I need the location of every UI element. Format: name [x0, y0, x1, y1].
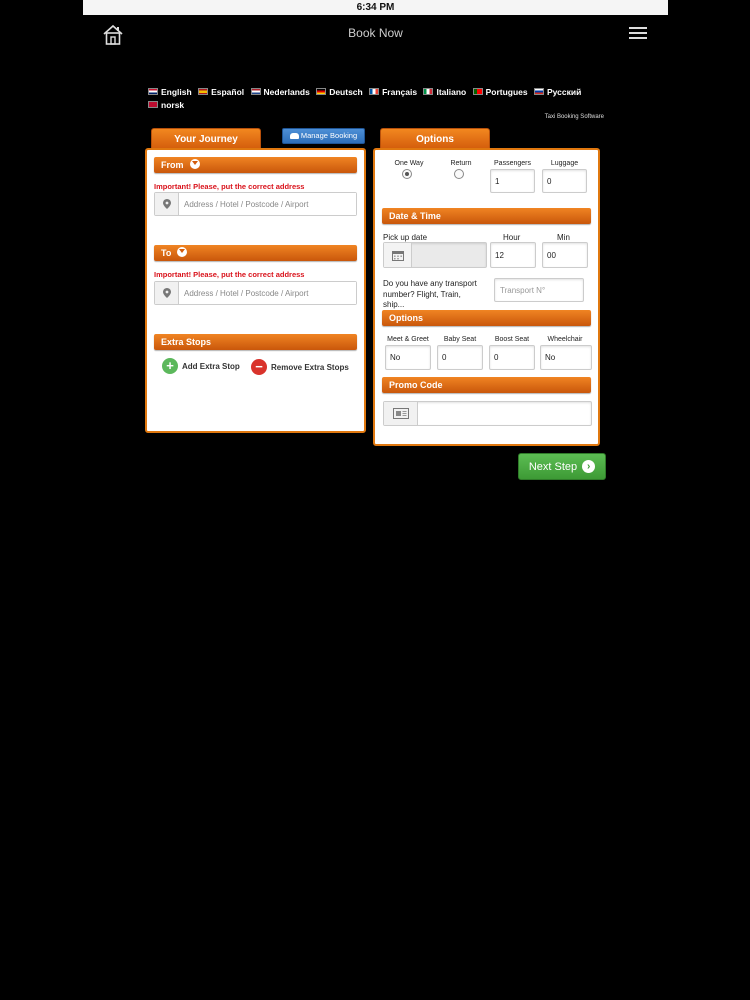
pickup-date-label: Pick up date: [383, 233, 428, 242]
lang-label: Español: [211, 87, 245, 97]
manage-booking-button[interactable]: Manage Booking: [282, 128, 365, 144]
to-address-input[interactable]: [179, 282, 356, 304]
date-time-header: Date & Time: [382, 208, 591, 224]
from-section-header: From: [154, 157, 357, 173]
return-radio[interactable]: [454, 169, 464, 179]
next-step-button[interactable]: Next Step ›: [518, 453, 606, 480]
to-section-header: To: [154, 245, 357, 261]
hour-label: Hour: [503, 233, 521, 242]
top-nav-bar: Book Now: [83, 15, 668, 55]
lang-label: Français: [382, 87, 418, 97]
hamburger-menu-icon[interactable]: [629, 27, 647, 41]
boost-seat-label: Boost Seat: [494, 336, 530, 343]
one-way-label: One Way: [394, 160, 424, 167]
to-warning: Important! Please, put the correct addre…: [154, 270, 305, 279]
meet-greet-select[interactable]: No: [385, 345, 431, 370]
next-step-label: Next Step: [528, 460, 578, 473]
map-pin-icon: [155, 282, 179, 304]
meet-greet-label: Meet & Greet: [387, 336, 429, 343]
germany-flag-icon: [316, 88, 327, 95]
passengers-select[interactable]: 1: [490, 169, 535, 193]
page-title: Book Now: [348, 26, 403, 40]
to-title: To: [161, 248, 172, 258]
lang-norsk[interactable]: norsk: [148, 99, 184, 112]
lang-label: Italiano: [436, 87, 467, 97]
wheelchair-label: Wheelchair: [547, 336, 583, 343]
remove-extra-stops-button[interactable]: − Remove Extra Stops: [251, 359, 349, 375]
lang-deutsch[interactable]: Deutsch: [316, 86, 363, 99]
lang-portugues[interactable]: Portugues: [472, 86, 528, 99]
tab-your-journey[interactable]: Your Journey: [151, 128, 261, 150]
pickup-date-field[interactable]: [383, 242, 487, 268]
portugal-flag-icon: [472, 88, 483, 95]
promo-code-field[interactable]: [383, 401, 592, 426]
netherlands-flag-icon: [250, 88, 261, 95]
status-bar: 6:34 PM: [83, 0, 668, 15]
map-pin-icon: [155, 193, 179, 215]
from-warning: Important! Please, put the correct addre…: [154, 182, 305, 191]
transport-number-input[interactable]: Transport N°: [494, 278, 584, 302]
france-flag-icon: [369, 88, 380, 95]
plus-circle-icon: +: [162, 358, 178, 374]
lang-label: Portugues: [485, 87, 528, 97]
chevron-down-circle-icon[interactable]: [189, 159, 200, 169]
manage-booking-label: Manage Booking: [300, 131, 358, 140]
lang-francais[interactable]: Français: [369, 86, 417, 99]
transport-question: Do you have any transport number? Flight…: [383, 279, 477, 309]
lang-label: norsk: [161, 100, 185, 110]
lang-espanol[interactable]: Español: [198, 86, 244, 99]
from-title: From: [161, 160, 184, 170]
uk-flag-icon: [148, 88, 158, 95]
spain-flag-icon: [198, 88, 209, 95]
chevron-down-circle-icon[interactable]: [177, 247, 188, 257]
ticket-icon: [384, 402, 418, 425]
baby-seat-label: Baby Seat: [443, 336, 477, 343]
lang-nederlands[interactable]: Nederlands: [250, 86, 310, 99]
min-label: Min: [557, 233, 570, 242]
lang-label: Deutsch: [329, 87, 363, 97]
add-extra-stop-label: Add Extra Stop: [182, 361, 240, 371]
tab-options[interactable]: Options: [380, 128, 490, 150]
language-selector: English Español Nederlands Deutsch Franç…: [148, 86, 608, 112]
status-time: 6:34 PM: [356, 2, 395, 13]
lang-russian[interactable]: Русский: [534, 86, 581, 99]
promo-code-header: Promo Code: [382, 377, 591, 393]
boost-seat-select[interactable]: 0: [489, 345, 535, 370]
minus-circle-icon: −: [251, 359, 267, 375]
lang-italiano[interactable]: Italiano: [423, 86, 466, 99]
arrow-right-circle-icon: ›: [582, 460, 596, 473]
journey-panel: From Important! Please, put the correct …: [145, 148, 366, 433]
lang-label: Русский: [547, 87, 582, 97]
norway-flag-icon: [148, 101, 158, 108]
passengers-label: Passengers: [494, 160, 531, 167]
options-panel: One Way Return Passengers 1 Luggage 0 Da…: [373, 148, 600, 446]
from-address-input[interactable]: [179, 193, 356, 215]
calendar-icon: [384, 243, 412, 267]
extra-stops-header: Extra Stops: [154, 334, 357, 350]
from-address-field[interactable]: [154, 192, 357, 216]
luggage-select[interactable]: 0: [542, 169, 587, 193]
wheelchair-select[interactable]: No: [540, 345, 592, 370]
car-icon: [289, 132, 299, 139]
hour-select[interactable]: 12: [490, 242, 536, 268]
lang-label: English: [161, 87, 192, 97]
russia-flag-icon: [534, 88, 544, 95]
remove-extra-stops-label: Remove Extra Stops: [271, 362, 349, 372]
return-label: Return: [450, 160, 472, 167]
to-address-field[interactable]: [154, 281, 357, 305]
luggage-label: Luggage: [550, 160, 579, 167]
options-section-header: Options: [382, 310, 591, 326]
baby-seat-select[interactable]: 0: [437, 345, 483, 370]
min-select[interactable]: 00: [542, 242, 588, 268]
lang-english[interactable]: English: [148, 86, 192, 99]
italy-flag-icon: [423, 88, 434, 95]
add-extra-stop-button[interactable]: + Add Extra Stop: [162, 358, 240, 374]
one-way-radio[interactable]: [402, 169, 412, 179]
lang-label: Nederlands: [263, 87, 310, 97]
tagline: Taxi Booking Software: [544, 114, 604, 120]
